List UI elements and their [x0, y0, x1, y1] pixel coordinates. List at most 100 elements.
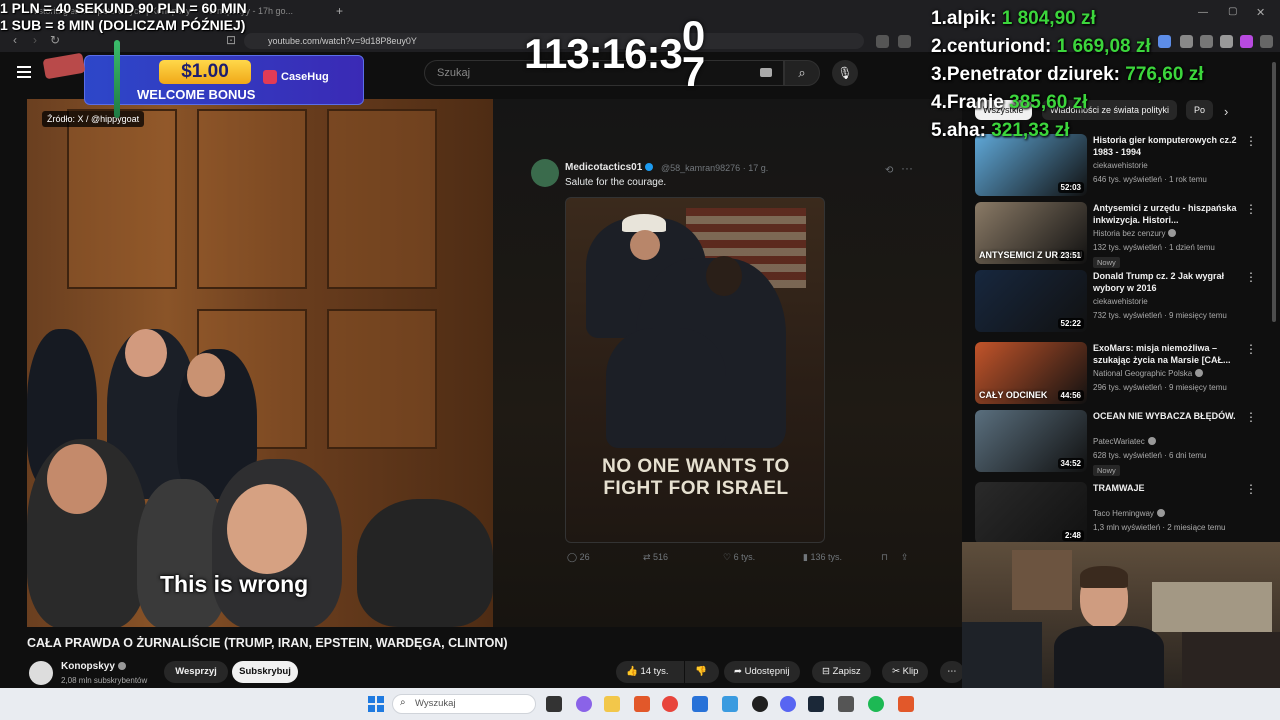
forward-icon[interactable]: › — [28, 33, 42, 47]
kebab-menu-icon[interactable]: ⋮ — [1245, 134, 1257, 148]
store-icon[interactable] — [692, 696, 708, 712]
recommendation-item[interactable]: 52:03 Historia gier komputerowych cz.2 19… — [975, 134, 1275, 198]
subscriber-count: 2,08 mln subskrybentów — [61, 676, 148, 685]
like-button[interactable]: 👍 14 tys. — [616, 661, 684, 683]
extension-icon[interactable] — [1180, 35, 1193, 48]
chip-more[interactable]: Po — [1186, 100, 1214, 120]
recommendation-item[interactable]: ANTYSEMICI Z URZĘDU 23:51 Antysemici z urz… — [975, 202, 1275, 268]
recommendation-item[interactable]: 34:52 OCEAN NIE WYBACZA BŁĘDÓW. PatecWaria… — [975, 410, 1275, 476]
copilot-icon[interactable] — [576, 696, 592, 712]
video-thumbnail[interactable]: 2:48 — [975, 482, 1087, 542]
recommendation-title[interactable]: Antysemici z urzędu - hiszpańska inkwizy… — [1093, 202, 1239, 226]
extension-icon[interactable] — [1240, 35, 1253, 48]
recommendation-meta: 132 tys. wyświetleń · 1 dzień temu — [1093, 243, 1215, 252]
video-thumbnail[interactable]: 52:22 — [975, 270, 1087, 332]
video-thumbnail[interactable]: 34:52 — [975, 410, 1087, 472]
thumbs-down-icon: 👎 — [695, 666, 707, 677]
recommendation-item[interactable]: 2:48 TRAMWAJE Taco Hemingway 1,3 mln wyświe… — [975, 482, 1275, 542]
discord-icon[interactable] — [780, 696, 796, 712]
recommendation-channel[interactable]: Taco Hemingway — [1093, 509, 1165, 518]
extension-icon[interactable] — [1200, 35, 1213, 48]
clip-button[interactable]: ✂ Klip — [882, 661, 929, 683]
kebab-menu-icon[interactable]: ⋮ — [1245, 482, 1257, 496]
spotify-icon[interactable] — [868, 696, 884, 712]
reload-icon[interactable]: ↻ — [48, 33, 62, 47]
verified-icon — [1168, 229, 1177, 237]
bookmark-icon[interactable]: ⊡ — [224, 33, 238, 47]
recommendation-channel[interactable]: ciekawehistorie — [1093, 161, 1148, 170]
tweet-bookmark-icon: ⊓ — [881, 552, 889, 562]
kebab-menu-icon[interactable]: ⋮ — [1245, 270, 1257, 284]
recommendation-channel[interactable]: Historia bez cenzury — [1093, 229, 1177, 238]
search-button[interactable]: ⌕ — [784, 60, 820, 86]
kebab-menu-icon[interactable]: ⋮ — [1245, 410, 1257, 424]
video-title: CAŁA PRAWDA O ŻURNALIŚCIE (TRUMP, IRAN, … — [27, 636, 508, 650]
windows-start-icon[interactable] — [368, 696, 384, 712]
menu-icon[interactable] — [1260, 35, 1273, 48]
recommendation-title[interactable]: Donald Trump cz. 2 Jak wygrał wybory w 2… — [1093, 270, 1239, 294]
microphone-icon[interactable]: 🎙 — [832, 60, 858, 86]
dislike-button[interactable]: 👎 — [685, 661, 719, 683]
support-button[interactable]: Wesprzyj — [164, 661, 228, 683]
taskbar-search[interactable]: Wyszukaj — [392, 694, 536, 714]
save-button[interactable]: ⊟ Zapisz — [812, 661, 871, 683]
subscribe-button[interactable]: Subskrybuj — [232, 661, 298, 683]
leaderboard-entry: 1.alpik: 1 804,90 zł — [931, 8, 1096, 30]
recommendation-item[interactable]: 52:22 Donald Trump cz. 2 Jak wygrał wybor… — [975, 270, 1275, 334]
back-icon[interactable]: ‹ — [8, 33, 22, 47]
obs-icon[interactable] — [752, 696, 768, 712]
channel-avatar[interactable] — [29, 661, 53, 685]
leaderboard-rank: 2. — [931, 36, 947, 57]
keyboard-icon[interactable] — [760, 68, 772, 77]
chevron-right-icon[interactable]: › — [1224, 104, 1228, 119]
recommendation-title[interactable]: TRAMWAJE — [1093, 482, 1239, 494]
extension-icon[interactable] — [1158, 35, 1171, 48]
leaderboard-amount: 1 669,08 zł — [1056, 36, 1151, 57]
verified-icon — [645, 163, 654, 171]
recommendation-title[interactable]: Historia gier komputerowych cz.2 1983 - … — [1093, 134, 1239, 158]
minimize-icon[interactable]: — — [1198, 7, 1208, 27]
brave-icon[interactable] — [634, 696, 650, 712]
video-player[interactable]: Źródło: X / @hippygoat This is wrong Med… — [27, 99, 962, 627]
shield-icon[interactable] — [1220, 35, 1233, 48]
cast-icon[interactable] — [876, 35, 889, 48]
recommendation-title[interactable]: OCEAN NIE WYBACZA BŁĘDÓW. — [1093, 410, 1239, 422]
tweet-reposts: ⇄ 516 — [643, 552, 669, 562]
kebab-menu-icon[interactable]: ⋮ — [1245, 342, 1257, 356]
calculator-icon[interactable] — [838, 696, 854, 712]
recommendation-channel[interactable]: PatecWariatec — [1093, 437, 1156, 446]
video-thumbnail[interactable]: ANTYSEMICI Z URZĘDU 23:51 — [975, 202, 1087, 264]
share-page-icon[interactable] — [898, 35, 911, 48]
channel-name[interactable]: Konopskyy — [61, 661, 126, 672]
new-tab-button[interactable]: + — [336, 4, 348, 24]
leaderboard-amount: 1 804,90 zł — [1001, 8, 1096, 29]
leaderboard-rank: 4. — [931, 92, 947, 113]
share-button[interactable]: ➦ Udostępnij — [724, 661, 800, 683]
close-icon[interactable]: ✕ — [1256, 6, 1265, 26]
steam-icon[interactable] — [808, 696, 824, 712]
video-thumbnail[interactable]: CAŁY ODCINEK 44:56 — [975, 342, 1087, 404]
file-explorer-icon[interactable] — [604, 696, 620, 712]
hamburger-menu-icon[interactable] — [17, 66, 31, 78]
new-badge: Nowy — [1093, 465, 1120, 476]
tweet-image-caption: NO ONE WANTS TO FIGHT FOR ISRAEL — [602, 456, 790, 499]
maximize-icon[interactable]: ▢ — [1228, 6, 1237, 26]
video-duration: 34:52 — [1057, 458, 1084, 469]
scrollbar[interactable] — [1272, 62, 1276, 322]
video-thumbnail[interactable]: 52:03 — [975, 134, 1087, 196]
more-icon: ··· — [901, 161, 913, 175]
more-actions-icon[interactable]: ⋯ — [940, 661, 964, 683]
leaderboard-entry: 5.aha: 321,33 zł — [931, 120, 1069, 142]
recommendation-title[interactable]: ExoMars: misja niemożliwa – szukając życ… — [1093, 342, 1239, 366]
video-duration: 52:03 — [1057, 182, 1084, 193]
kebab-menu-icon[interactable]: ⋮ — [1245, 202, 1257, 216]
app-icon[interactable] — [722, 696, 738, 712]
promo-brand: CaseHug — [281, 71, 329, 83]
chrome-icon[interactable] — [662, 696, 678, 712]
brave-icon[interactable] — [898, 696, 914, 712]
recommendation-channel[interactable]: National Geographic Polska — [1093, 369, 1204, 378]
recommendation-channel[interactable]: ciekawehistorie — [1093, 297, 1148, 306]
webcam-overlay — [962, 542, 1280, 688]
recommendation-item[interactable]: CAŁY ODCINEK 44:56 ExoMars: misja niemożli… — [975, 342, 1275, 406]
task-view-icon[interactable] — [546, 696, 562, 712]
